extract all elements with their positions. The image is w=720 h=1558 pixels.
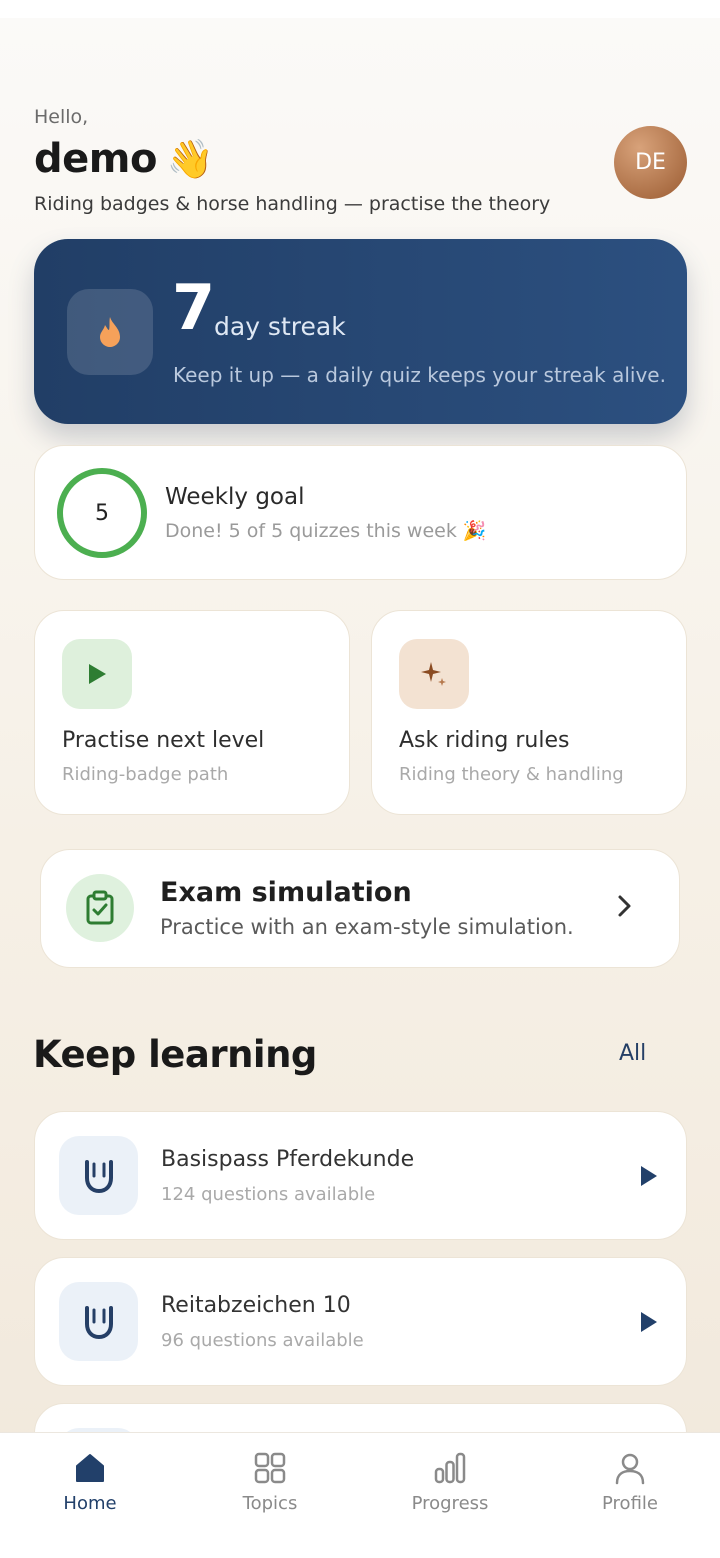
streak-card[interactable]: 7 day streak Keep it up — a daily quiz k… — [34, 239, 687, 424]
nav-item-profile[interactable]: Profile — [540, 1451, 720, 1514]
flame-icon — [67, 289, 153, 375]
course-card[interactable]: Reitabzeichen 10 96 questions available — [34, 1257, 687, 1386]
nav-label: Topics — [242, 1493, 298, 1514]
streak-count: 7 — [172, 271, 216, 344]
goal-progress-ring: 5 — [57, 468, 147, 558]
greeting: Hello, — [34, 106, 89, 128]
bar-chart-icon — [434, 1452, 466, 1484]
tile-subtitle: Riding-badge path — [62, 764, 229, 785]
play-icon[interactable] — [639, 1311, 659, 1337]
user-name-row: demo 👋 — [34, 136, 214, 182]
nav-label: Home — [63, 1493, 117, 1514]
weekly-goal-card[interactable]: 5 Weekly goal Done! 5 of 5 quizzes this … — [34, 445, 687, 580]
clipboard-check-icon — [66, 874, 134, 942]
play-icon — [62, 639, 132, 709]
nav-label: Profile — [602, 1493, 658, 1514]
keep-learning-heading: Keep learning — [33, 1033, 317, 1076]
course-title: Basispass Pferdekunde — [161, 1147, 415, 1172]
goal-status: Done! 5 of 5 quizzes this week 🎉 — [165, 520, 487, 542]
chevron-right-icon — [617, 894, 633, 922]
grid-icon — [254, 1452, 286, 1484]
course-card[interactable]: Basispass Pferdekunde 124 questions avai… — [34, 1111, 687, 1240]
nav-item-topics[interactable]: Topics — [180, 1451, 360, 1514]
ask-riding-rules-tile[interactable]: Ask riding rules Riding theory & handlin… — [371, 610, 687, 815]
exam-title: Exam simulation — [160, 877, 412, 908]
nav-item-progress[interactable]: Progress — [360, 1451, 540, 1514]
see-all-link[interactable]: All — [619, 1041, 646, 1066]
user-icon — [615, 1453, 645, 1485]
user-name: demo — [34, 136, 157, 182]
course-subtitle: 124 questions available — [161, 1184, 376, 1205]
practise-next-level-tile[interactable]: Practise next level Riding-badge path — [34, 610, 350, 815]
app-subtitle: Riding badges & horse handling — practis… — [34, 193, 551, 215]
sparkle-icon — [399, 639, 469, 709]
wave-emoji: 👋 — [166, 136, 215, 181]
horseshoe-icon — [59, 1282, 138, 1361]
goal-title: Weekly goal — [165, 484, 305, 510]
bottom-nav: Home Topics Progress Profile — [0, 1432, 720, 1558]
play-icon[interactable] — [639, 1165, 659, 1191]
nav-label: Progress — [411, 1493, 489, 1514]
nav-item-home[interactable]: Home — [0, 1451, 180, 1514]
streak-message: Keep it up — a daily quiz keeps your str… — [173, 363, 666, 387]
exam-subtitle: Practice with an exam-style simulation. — [160, 915, 574, 939]
home-icon — [76, 1454, 104, 1482]
status-bar — [0, 0, 720, 18]
course-title: Reitabzeichen 10 — [161, 1293, 351, 1318]
exam-simulation-card[interactable]: Exam simulation Practice with an exam-st… — [40, 849, 680, 968]
streak-label: day streak — [214, 312, 346, 341]
tile-title: Practise next level — [62, 728, 265, 753]
avatar[interactable]: DE — [614, 126, 687, 199]
tile-title: Ask riding rules — [399, 728, 570, 753]
course-subtitle: 96 questions available — [161, 1330, 364, 1351]
horseshoe-icon — [59, 1136, 138, 1215]
tile-subtitle: Riding theory & handling — [399, 764, 624, 785]
